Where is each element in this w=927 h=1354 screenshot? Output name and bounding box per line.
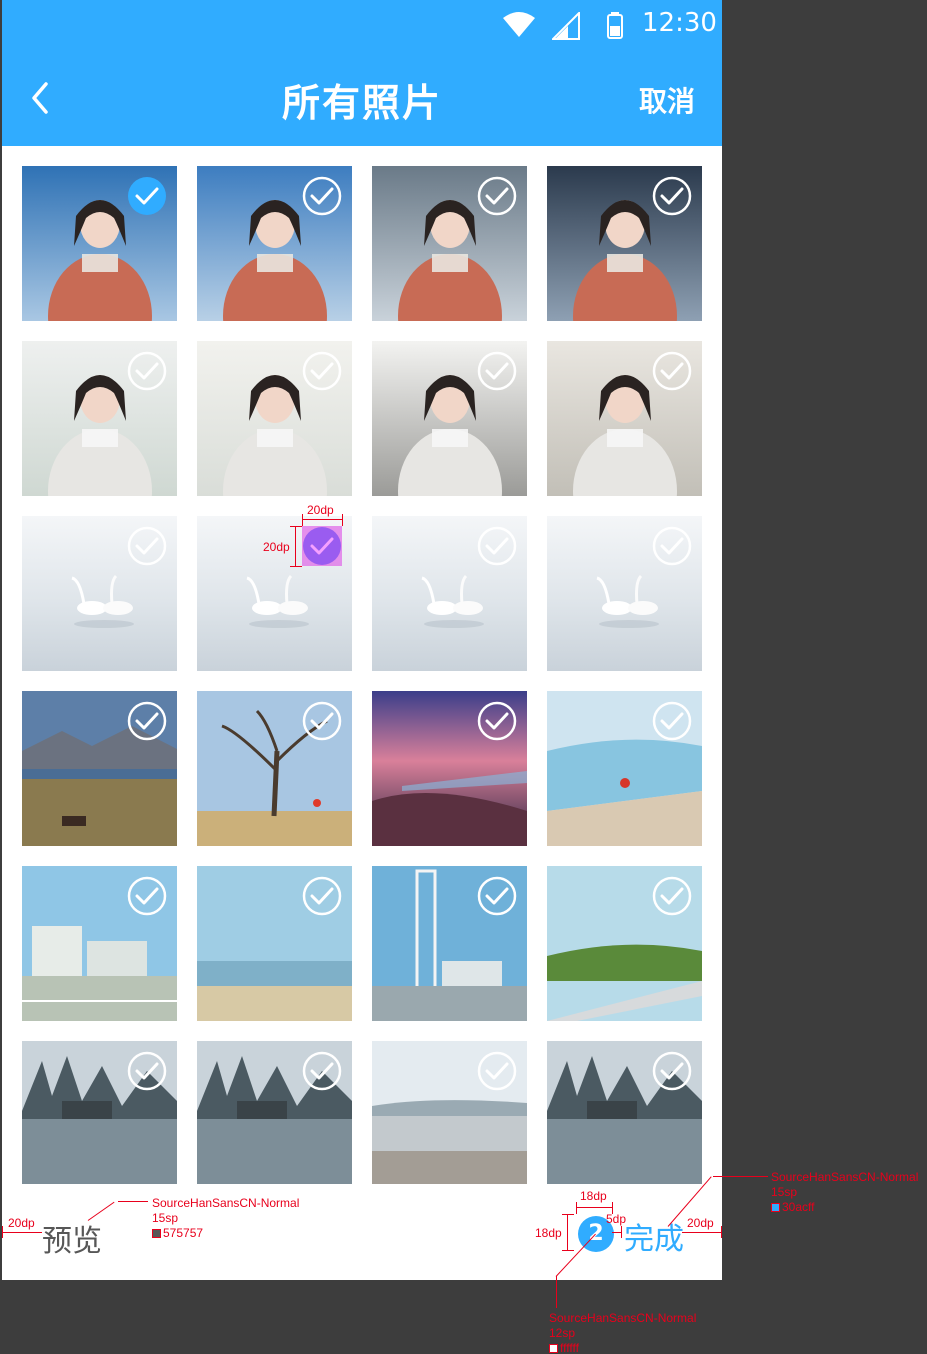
app-header: 12:30 所有照片 取消	[2, 0, 722, 146]
photo-thumbnail[interactable]	[372, 866, 527, 1021]
page-title: 所有照片	[281, 81, 442, 125]
checkmark-icon[interactable]	[302, 351, 342, 391]
photo-thumbnail[interactable]	[197, 1041, 352, 1184]
photo-thumbnail[interactable]	[547, 691, 702, 846]
badge-font-name: SourceHanSansCN-Normal	[549, 1311, 697, 1325]
checkmark-icon[interactable]	[477, 351, 517, 391]
photo-thumbnail[interactable]	[372, 516, 527, 671]
check-height-annotation: 20dp	[263, 540, 290, 554]
checkmark-icon[interactable]	[127, 876, 167, 916]
done-font-size: 15sp	[771, 1185, 798, 1199]
done-font-name: SourceHanSansCN-Normal	[771, 1170, 919, 1184]
checkmark-icon[interactable]	[652, 1051, 692, 1091]
photo-thumbnail[interactable]	[197, 691, 352, 846]
done-margin-annotation: 20dp	[687, 1216, 714, 1230]
checkmark-icon[interactable]	[302, 526, 342, 566]
checkmark-icon[interactable]	[127, 1051, 167, 1091]
checkmark-icon[interactable]	[477, 176, 517, 216]
checkmark-icon[interactable]	[652, 526, 692, 566]
checkmark-icon[interactable]	[477, 1051, 517, 1091]
preview-font-annotation: SourceHanSansCN-Normal 15sp 575757	[152, 1196, 299, 1241]
badge-height-annotation: 18dp	[535, 1226, 562, 1240]
photo-thumbnail[interactable]	[372, 341, 527, 496]
photo-thumbnail[interactable]	[22, 166, 177, 321]
status-time: 12:30	[642, 8, 717, 38]
photo-thumbnail[interactable]	[372, 166, 527, 321]
done-button[interactable]: 完成	[624, 1214, 684, 1258]
badge-font-annotation: SourceHanSansCN-Normal 12sp ffffff	[549, 1311, 696, 1354]
photo-thumbnail[interactable]	[547, 341, 702, 496]
phone-screen: 12:30 所有照片 取消 预览 2 完成	[2, 0, 722, 1280]
checkmark-icon[interactable]	[127, 701, 167, 741]
preview-button[interactable]: 预览	[42, 1216, 102, 1260]
photo-thumbnail[interactable]	[22, 516, 177, 671]
photo-thumbnail[interactable]	[22, 1041, 177, 1184]
photo-thumbnail[interactable]	[372, 691, 527, 846]
photo-thumbnail[interactable]	[22, 866, 177, 1021]
checkmark-icon[interactable]	[652, 351, 692, 391]
photo-thumbnail[interactable]	[197, 866, 352, 1021]
photo-grid	[22, 166, 702, 1184]
wifi-icon	[503, 12, 535, 37]
checkmark-icon[interactable]	[302, 1051, 342, 1091]
checkmark-icon[interactable]	[302, 176, 342, 216]
photo-thumbnail[interactable]	[197, 166, 352, 321]
photo-thumbnail[interactable]	[547, 866, 702, 1021]
checkmark-icon[interactable]	[302, 701, 342, 741]
done-font-color: 30acff	[782, 1200, 815, 1214]
photo-thumbnail[interactable]	[372, 1041, 527, 1184]
photo-thumbnail[interactable]	[547, 1041, 702, 1184]
checkmark-icon[interactable]	[652, 176, 692, 216]
checkmark-icon[interactable]	[477, 876, 517, 916]
photo-thumbnail[interactable]	[547, 166, 702, 321]
check-width-annotation: 20dp	[307, 503, 334, 517]
checkmark-icon[interactable]	[477, 701, 517, 741]
cancel-button[interactable]: 取消	[639, 80, 695, 120]
photo-thumbnail[interactable]	[22, 341, 177, 496]
preview-margin-annotation: 20dp	[8, 1216, 35, 1230]
preview-font-name: SourceHanSansCN-Normal	[152, 1196, 300, 1210]
done-font-annotation: SourceHanSansCN-Normal 15sp 30acff	[771, 1170, 918, 1215]
preview-font-size: 15sp	[152, 1211, 179, 1225]
signal-icon	[552, 12, 580, 40]
status-bar: 12:30	[2, 0, 722, 50]
photo-thumbnail[interactable]	[547, 516, 702, 671]
preview-font-color: 575757	[163, 1226, 204, 1240]
badge-font-size: 12sp	[549, 1326, 576, 1340]
checkmark-icon[interactable]	[127, 351, 167, 391]
battery-icon	[607, 12, 623, 39]
photo-thumbnail[interactable]	[197, 341, 352, 496]
checkmark-icon[interactable]	[652, 701, 692, 741]
checkmark-icon[interactable]	[127, 526, 167, 566]
checkmark-icon[interactable]	[652, 876, 692, 916]
badge-font-color: ffffff	[560, 1341, 579, 1354]
photo-thumbnail[interactable]	[22, 691, 177, 846]
badge-width-annotation: 18dp	[580, 1189, 607, 1203]
checkmark-icon[interactable]	[127, 176, 167, 216]
checkmark-icon[interactable]	[477, 526, 517, 566]
badge-gap-annotation: 5dp	[606, 1212, 627, 1226]
checkmark-icon[interactable]	[302, 876, 342, 916]
